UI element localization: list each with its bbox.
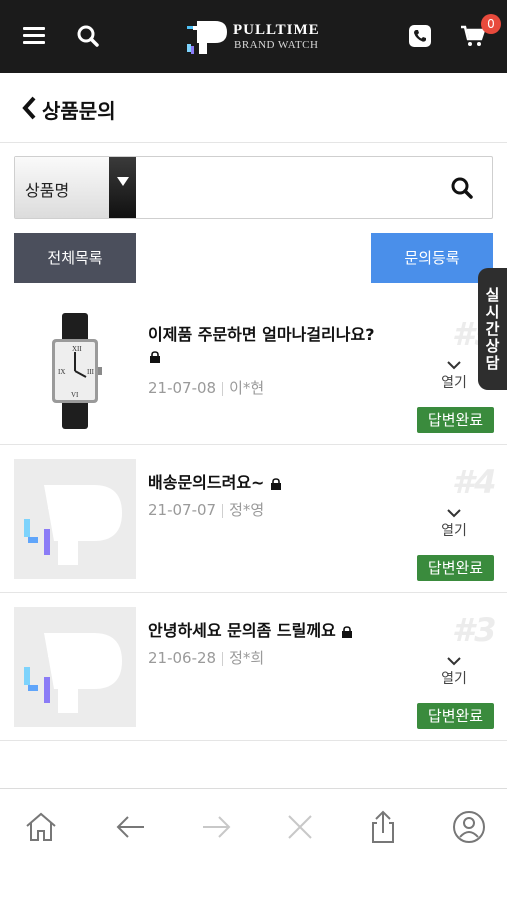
brand-logo[interactable]: PULLTIME BRAND WATCH: [185, 18, 325, 56]
inquiry-title[interactable]: 이제품 주문하면 얼마나걸리나요?: [148, 321, 375, 345]
svg-text:III: III: [87, 368, 95, 376]
chevron-down-icon: [447, 509, 461, 518]
inquiry-date: 21-06-28: [148, 649, 217, 667]
status-badge: 답변완료: [417, 703, 494, 729]
logo-subtitle: BRAND WATCH: [234, 39, 319, 51]
open-label: 열기: [441, 375, 467, 391]
search-submit-icon[interactable]: [449, 175, 475, 201]
inquiry-number: #4: [452, 463, 497, 501]
svg-text:VI: VI: [71, 391, 79, 399]
status-badge: 답변완료: [417, 407, 494, 433]
inquiry-title[interactable]: 배송문의드려요~: [148, 469, 282, 493]
inquiry-meta: 21-07-07 정*영: [148, 499, 264, 520]
browser-toolbar: [0, 788, 507, 900]
search-bar: 상품명: [14, 156, 493, 219]
page-title: 상품문의: [42, 99, 116, 123]
lock-icon: [342, 625, 353, 638]
inquiry-meta: 21-07-08 이*현: [148, 377, 264, 398]
inquiry-number: #3: [452, 611, 497, 649]
back-arrow-icon[interactable]: [113, 809, 149, 845]
lock-icon: [271, 477, 282, 490]
watch-image: XII VI IX III: [52, 313, 102, 429]
search-category-select[interactable]: 상품명: [15, 157, 136, 218]
inquiry-title[interactable]: 안녕하세요 문의좀 드릴께요: [148, 617, 353, 641]
open-toggle[interactable]: 열기: [434, 509, 474, 540]
divider: [222, 651, 224, 666]
brand-placeholder-image: [24, 485, 122, 565]
chevron-down-icon: [447, 361, 461, 370]
open-toggle[interactable]: 열기: [434, 657, 474, 688]
logo-mark-icon: [187, 21, 227, 54]
chevron-down-icon: [447, 657, 461, 666]
inquiry-date: 21-07-08: [148, 379, 217, 397]
inquiry-meta: 21-06-28 정*희: [148, 647, 264, 668]
back-chevron-icon[interactable]: [20, 95, 40, 121]
inquiry-author: 정*영: [229, 501, 265, 519]
inquiry-author: 정*희: [229, 649, 265, 667]
dropdown-triangle-icon: [117, 177, 129, 186]
forward-arrow-icon[interactable]: [198, 809, 234, 845]
open-label: 열기: [441, 671, 467, 687]
svg-text:IX: IX: [58, 368, 65, 376]
inquiry-author: 이*현: [229, 379, 265, 397]
top-bar: PULLTIME BRAND WATCH 0: [0, 0, 507, 73]
home-icon[interactable]: [23, 809, 59, 845]
share-icon[interactable]: [365, 809, 401, 845]
status-badge: 답변완료: [417, 555, 494, 581]
select-dropdown-button[interactable]: [109, 157, 136, 218]
logo-title: PULLTIME: [233, 22, 320, 38]
product-thumbnail[interactable]: [14, 607, 136, 727]
search-category-value: 상품명: [25, 181, 70, 200]
realtime-chat-tab[interactable]: 실시간상담: [478, 268, 507, 390]
open-label: 열기: [441, 523, 467, 539]
inquiry-date: 21-07-07: [148, 501, 217, 519]
product-thumbnail[interactable]: [14, 459, 136, 579]
close-icon[interactable]: [282, 809, 318, 845]
divider: [222, 503, 224, 518]
all-list-button[interactable]: 전체목록: [14, 233, 136, 283]
list-item[interactable]: 안녕하세요 문의좀 드릴께요 21-06-28 정*희 #3 열기 답변완료: [0, 593, 507, 741]
register-inquiry-button[interactable]: 문의등록: [371, 233, 493, 283]
search-icon[interactable]: [74, 22, 102, 50]
svg-text:XII: XII: [72, 345, 82, 353]
phone-icon[interactable]: [406, 22, 434, 50]
cart-count-badge: 0: [481, 14, 501, 34]
list-item[interactable]: XII VI IX III 이제품 주문하면 얼마나걸리나요? 21-07-08…: [0, 297, 507, 445]
open-toggle[interactable]: 열기: [434, 361, 474, 392]
product-thumbnail[interactable]: XII VI IX III: [14, 311, 136, 431]
divider: [222, 381, 224, 396]
brand-placeholder-image: [24, 633, 122, 713]
title-bar: 상품문의: [0, 73, 507, 143]
lock-icon: [150, 351, 160, 363]
list-item[interactable]: 배송문의드려요~ 21-07-07 정*영 #4 열기 답변완료: [0, 445, 507, 593]
account-icon[interactable]: [451, 809, 487, 845]
menu-icon[interactable]: [21, 22, 49, 50]
